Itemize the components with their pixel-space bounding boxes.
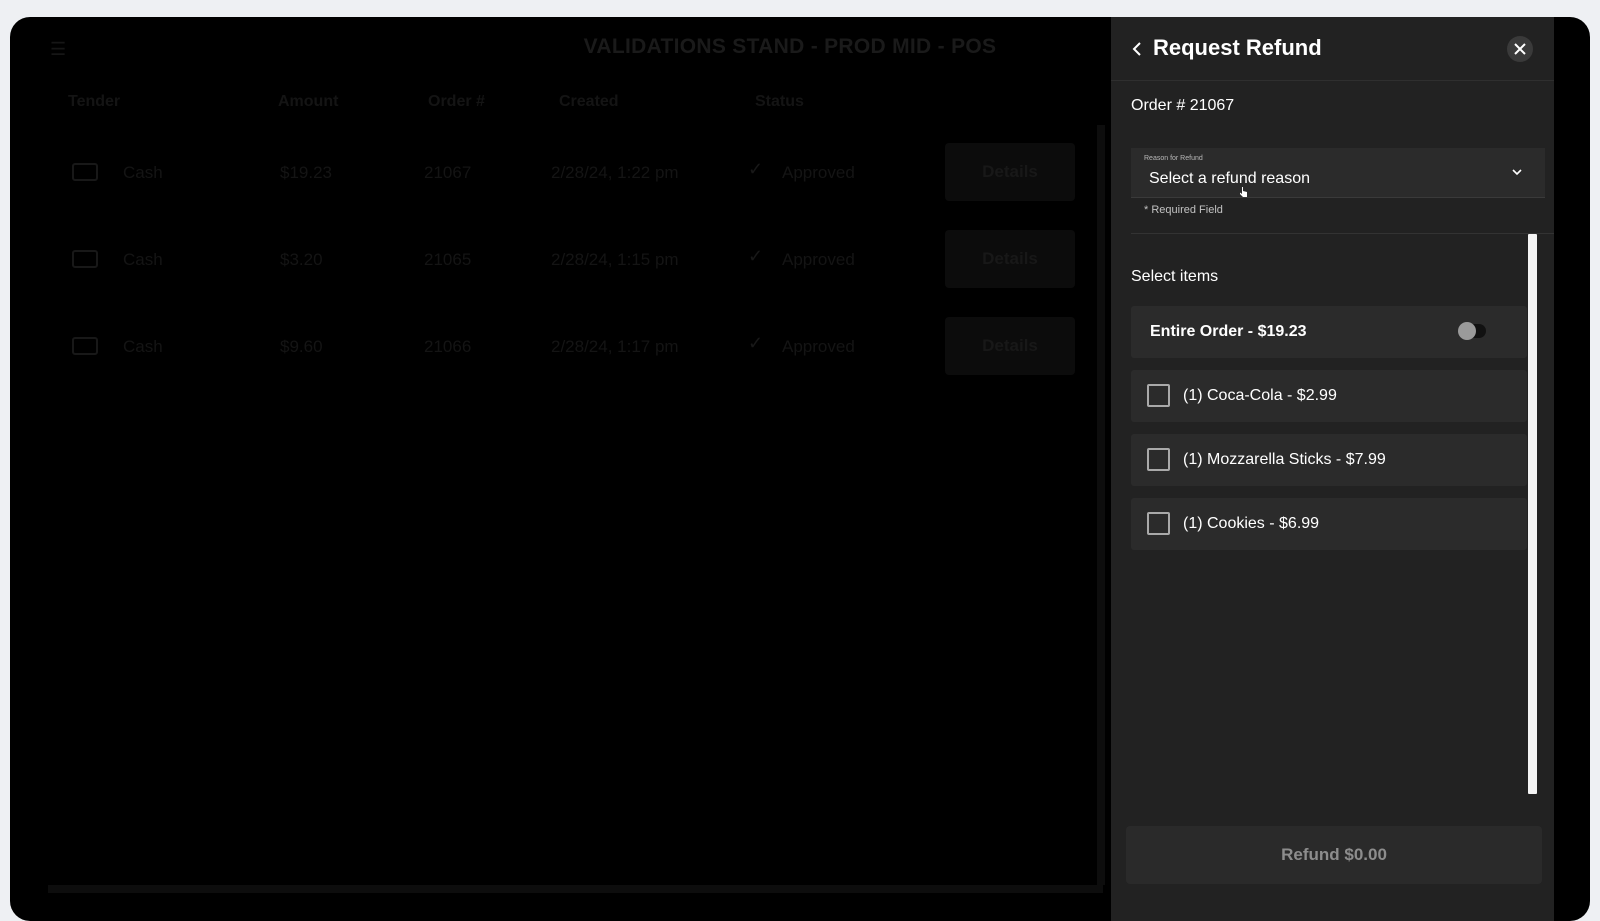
item-label: (1) Cookies - $6.99 — [1183, 515, 1320, 532]
panel-title: Request Refund — [1153, 35, 1322, 60]
order-cell: 21066 — [424, 337, 472, 356]
pointer-cursor-icon — [1240, 187, 1247, 197]
status-cell: Approved — [782, 163, 855, 182]
entire-order-toggle[interactable] — [1458, 322, 1486, 340]
table-scrollbar-horizontal[interactable] — [48, 885, 1103, 893]
cash-icon — [72, 250, 98, 268]
amount-cell: $19.23 — [280, 163, 332, 182]
column-header-status: Status — [755, 93, 804, 110]
tender-cell: Cash — [123, 163, 163, 182]
amount-cell: $3.20 — [280, 250, 323, 269]
refund-reason-value: Select a refund reason — [1149, 170, 1310, 187]
tender-cell: Cash — [123, 337, 163, 356]
check-icon: ✓ — [748, 159, 764, 179]
check-icon: ✓ — [748, 333, 764, 353]
close-button[interactable] — [1507, 36, 1533, 62]
table-scrollbar-vertical[interactable] — [1097, 125, 1105, 885]
chevron-left-icon[interactable] — [1129, 37, 1145, 61]
divider — [1131, 233, 1554, 234]
table-row: Cash $3.20 21065 2/28/24, 1:15 pm ✓ Appr… — [10, 230, 1133, 292]
item-checkbox[interactable] — [1147, 448, 1170, 471]
item-label: (1) Mozzarella Sticks - $7.99 — [1183, 451, 1386, 468]
item-checkbox[interactable] — [1147, 512, 1170, 535]
tender-cell: Cash — [123, 250, 163, 269]
panel-header: Request Refund — [1111, 17, 1554, 81]
amount-cell: $9.60 — [280, 337, 323, 356]
panel-scrollbar[interactable] — [1528, 234, 1537, 794]
refund-panel: Request Refund Order # 21067 Reason for … — [1111, 17, 1554, 921]
cash-icon — [72, 337, 98, 355]
select-items-heading: Select items — [1131, 268, 1219, 285]
check-icon: ✓ — [748, 246, 764, 266]
created-cell: 2/28/24, 1:15 pm — [551, 250, 679, 269]
column-header-amount: Amount — [278, 93, 339, 110]
toggle-knob — [1458, 322, 1476, 340]
refund-reason-select[interactable]: Reason for Refund Select a refund reason — [1131, 148, 1545, 198]
item-checkbox[interactable] — [1147, 384, 1170, 407]
order-number: Order # 21067 — [1131, 97, 1235, 114]
status-cell: Approved — [782, 250, 855, 269]
item-label: (1) Coca-Cola - $2.99 — [1183, 387, 1337, 404]
entire-order-row: Entire Order - $19.23 — [1131, 306, 1527, 358]
column-header-created: Created — [559, 93, 619, 110]
status-cell: Approved — [782, 337, 855, 356]
column-header-order: Order # — [428, 93, 485, 110]
refund-reason-label: Reason for Refund — [1144, 155, 1203, 162]
chevron-down-icon — [1512, 169, 1522, 176]
details-button[interactable]: Details — [945, 230, 1075, 288]
table-row: Cash $9.60 21066 2/28/24, 1:17 pm ✓ Appr… — [10, 317, 1133, 379]
details-button[interactable]: Details — [945, 317, 1075, 375]
order-cell: 21067 — [424, 163, 472, 182]
close-icon — [1514, 43, 1526, 55]
required-field-note: * Required Field — [1144, 204, 1223, 216]
created-cell: 2/28/24, 1:17 pm — [551, 337, 679, 356]
column-header-tender: Tender — [68, 93, 121, 110]
order-cell: 21065 — [424, 250, 472, 269]
table-row: Cash $19.23 21067 2/28/24, 1:22 pm ✓ App… — [10, 143, 1133, 205]
background-screen: ☰ VALIDATIONS STAND - PROD MID - POS Ten… — [10, 17, 1133, 921]
refund-item-row[interactable]: (1) Cookies - $6.99 — [1131, 498, 1527, 550]
entire-order-label: Entire Order - $19.23 — [1150, 323, 1307, 340]
refund-item-row[interactable]: (1) Coca-Cola - $2.99 — [1131, 370, 1527, 422]
refund-button[interactable]: Refund $0.00 — [1126, 826, 1542, 884]
refund-item-row[interactable]: (1) Mozzarella Sticks - $7.99 — [1131, 434, 1527, 486]
created-cell: 2/28/24, 1:22 pm — [551, 163, 679, 182]
device-frame: ☰ VALIDATIONS STAND - PROD MID - POS Ten… — [10, 17, 1590, 921]
details-button[interactable]: Details — [945, 143, 1075, 201]
cash-icon — [72, 163, 98, 181]
